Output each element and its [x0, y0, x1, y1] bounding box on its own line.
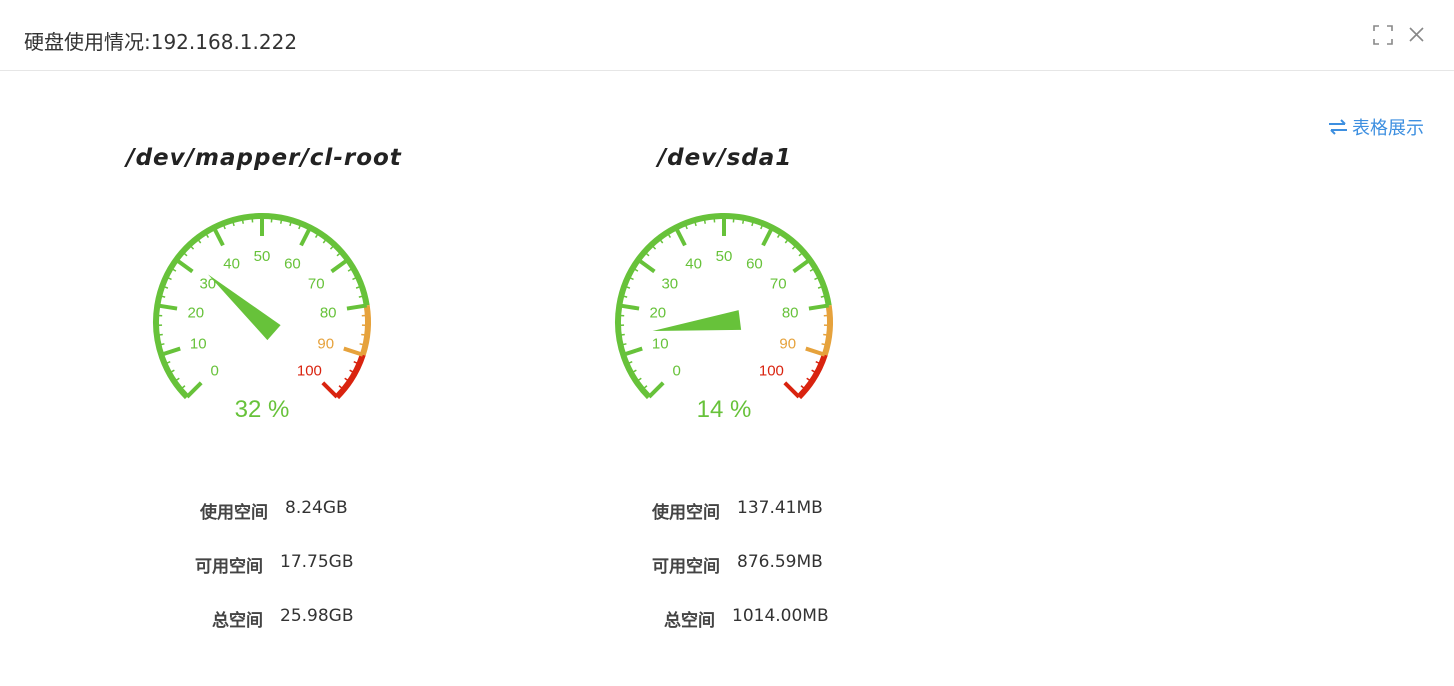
minor-tick — [823, 333, 830, 337]
table-view-toggle[interactable]: 表格展示 — [1328, 114, 1424, 140]
tick-label: 20 — [649, 305, 666, 322]
major-tick — [175, 258, 194, 274]
major-tick — [805, 346, 826, 357]
minor-tick — [251, 216, 254, 223]
tick-label: 30 — [199, 276, 216, 293]
major-tick — [156, 303, 178, 311]
major-tick — [637, 258, 656, 274]
gauge-needle — [207, 274, 281, 341]
minor-tick — [361, 333, 368, 337]
minor-tick — [618, 333, 625, 337]
major-tick — [160, 346, 181, 357]
disk-name: /dev/mapper/cl-root — [126, 145, 402, 171]
close-icon[interactable] — [1406, 24, 1428, 46]
available-space-value: 876.59MB — [737, 552, 823, 572]
tick-label: 0 — [210, 362, 218, 379]
usage-gauge: 010 20 30 40 50 60 70 80 90 100 14 % — [615, 213, 833, 423]
tick-label: 50 — [716, 248, 733, 265]
dialog-header: 硬盘使用情况:192.168.1.222 — [0, 0, 1454, 71]
minor-tick — [732, 216, 735, 223]
minor-tick — [713, 216, 716, 223]
usage-gauge: 010 20 30 40 50 60 70 80 90 100 32 % — [153, 213, 371, 423]
major-tick — [622, 346, 643, 357]
tick-label: 10 — [190, 336, 207, 353]
used-space-row: 使用空间 137.41MB — [0, 498, 1000, 523]
major-tick — [343, 346, 364, 357]
major-tick — [647, 381, 665, 399]
major-tick — [618, 303, 640, 311]
tick-label: 100 — [297, 362, 322, 379]
major-tick — [808, 303, 830, 311]
tick-label: 70 — [770, 276, 787, 293]
total-space-label: 总空间 — [664, 611, 715, 631]
major-tick — [321, 381, 339, 399]
used-space-value: 137.41MB — [737, 498, 823, 518]
major-tick — [212, 226, 225, 247]
gauge-percent: 32 % — [235, 396, 290, 423]
maximize-icon[interactable] — [1372, 24, 1394, 46]
tick-label: 70 — [308, 276, 325, 293]
gauge-percent: 14 % — [697, 396, 752, 423]
dialog-title: 硬盘使用情况:192.168.1.222 — [24, 30, 298, 54]
tick-label: 90 — [317, 336, 334, 353]
major-tick — [346, 303, 368, 311]
tick-label: 60 — [746, 255, 763, 272]
gauge-band — [821, 304, 833, 356]
major-tick — [792, 258, 811, 274]
swap-arrows-icon — [1328, 119, 1348, 135]
disk-name: /dev/sda1 — [657, 145, 793, 171]
tick-label: 40 — [685, 255, 702, 272]
available-space-row: 可用空间 876.59MB — [0, 552, 1000, 577]
tick-label: 10 — [652, 336, 669, 353]
available-space-label: 可用空间 — [652, 557, 720, 577]
tick-label: 30 — [661, 276, 678, 293]
tick-label: 0 — [672, 362, 680, 379]
major-tick — [783, 381, 801, 399]
major-tick — [185, 381, 203, 399]
major-tick — [330, 258, 349, 274]
tick-label: 100 — [759, 362, 784, 379]
tick-label: 40 — [223, 255, 240, 272]
tick-label: 90 — [779, 336, 796, 353]
tick-label: 60 — [284, 255, 301, 272]
gauge-band — [796, 353, 828, 400]
tick-label: 20 — [187, 305, 204, 322]
tick-label: 80 — [782, 305, 799, 322]
major-tick — [299, 226, 312, 247]
total-space-row: 总空间 1014.00MB — [0, 606, 1000, 631]
tick-label: 80 — [320, 305, 337, 322]
gauge-band — [359, 304, 371, 356]
tick-label: 50 — [254, 248, 271, 265]
gauge-band — [334, 353, 366, 400]
table-view-label: 表格展示 — [1352, 118, 1424, 139]
major-tick — [674, 226, 687, 247]
minor-tick — [270, 216, 273, 223]
used-space-label: 使用空间 — [652, 503, 720, 523]
minor-tick — [156, 333, 163, 337]
major-tick — [761, 226, 774, 247]
total-space-value: 1014.00MB — [732, 606, 829, 626]
